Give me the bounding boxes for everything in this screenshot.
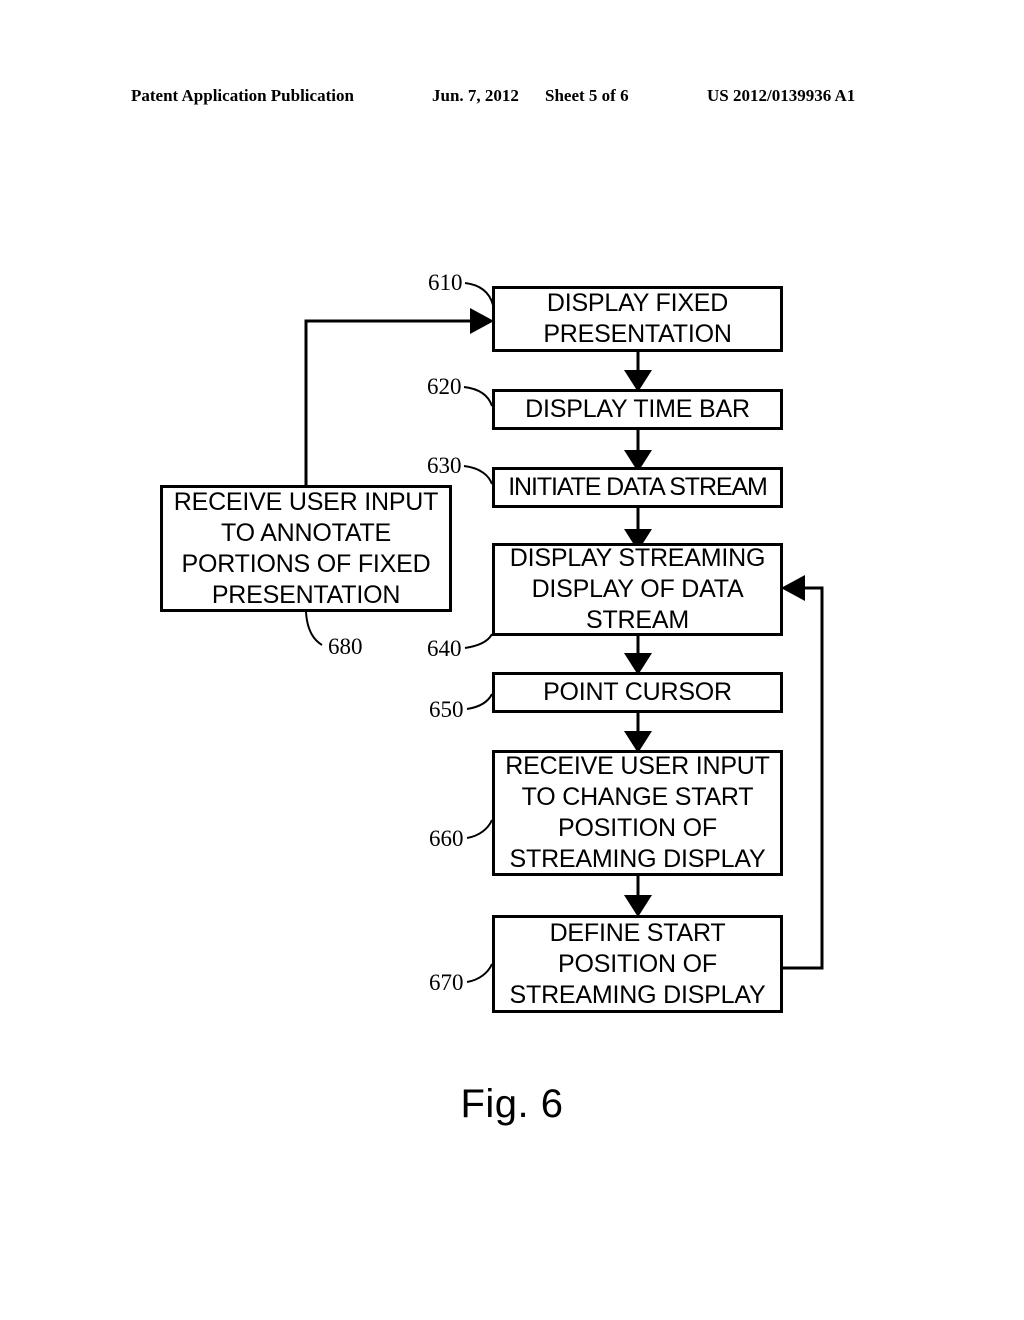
ref-numeral-680: 680 <box>328 634 363 659</box>
flow-node-610-label: DISPLAY FIXED PRESENTATION <box>543 289 732 348</box>
flow-node-630-label: INITIATE DATA STREAM <box>508 473 768 501</box>
ref-numeral-660: 660 <box>429 826 464 851</box>
flow-node-620-label: DISPLAY TIME BAR <box>525 395 750 423</box>
figure-caption: Fig. 6 <box>460 1082 564 1126</box>
ref-numeral-630: 630 <box>427 453 462 478</box>
flow-node-640-label: DISPLAY STREAMING DISPLAY OF DATA STREAM <box>509 544 766 634</box>
ref-numeral-640: 640 <box>427 636 462 661</box>
flow-node-630[interactable]: INITIATE DATA STREAM <box>492 467 783 508</box>
ref-numeral-670: 670 <box>429 970 464 995</box>
ref-numeral-620: 620 <box>427 374 462 399</box>
flow-node-670[interactable]: DEFINE START POSITION OF STREAMING DISPL… <box>492 915 783 1013</box>
flow-node-670-label: DEFINE START POSITION OF STREAMING DISPL… <box>509 918 766 1009</box>
flow-node-650[interactable]: POINT CURSOR <box>492 672 783 713</box>
flow-node-680[interactable]: RECEIVE USER INPUT TO ANNOTATE PORTIONS … <box>160 485 452 612</box>
flow-node-680-label: RECEIVE USER INPUT TO ANNOTATE PORTIONS … <box>173 487 439 609</box>
flow-node-620[interactable]: DISPLAY TIME BAR <box>492 389 783 430</box>
ref-numeral-650: 650 <box>429 697 464 722</box>
flow-node-610[interactable]: DISPLAY FIXED PRESENTATION <box>492 286 783 352</box>
flow-node-650-label: POINT CURSOR <box>543 678 732 706</box>
flow-node-660[interactable]: RECEIVE USER INPUT TO CHANGE START POSIT… <box>492 750 783 876</box>
ref-numeral-610: 610 <box>428 270 463 295</box>
flow-node-640[interactable]: DISPLAY STREAMING DISPLAY OF DATA STREAM <box>492 543 783 636</box>
flow-node-660-label: RECEIVE USER INPUT TO CHANGE START POSIT… <box>505 752 770 873</box>
